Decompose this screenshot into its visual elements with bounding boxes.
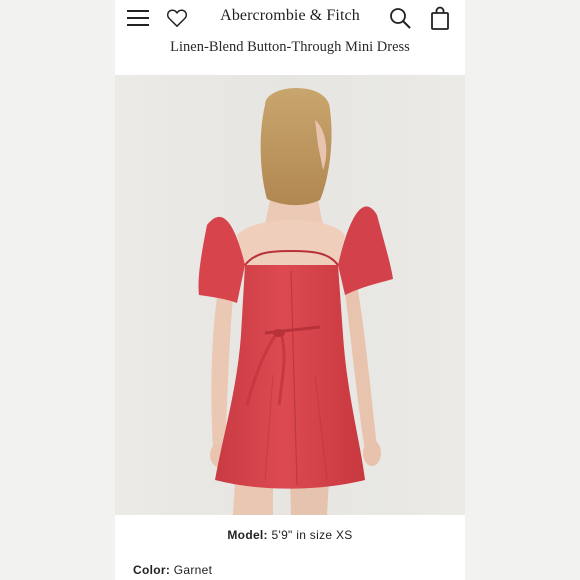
- color-value: Garnet: [173, 563, 213, 577]
- right-margin: [465, 0, 580, 580]
- model-photo-illustration: [115, 75, 465, 515]
- brand-logo[interactable]: Abercrombie & Fitch: [115, 7, 465, 25]
- color-info: Color: Garnet: [133, 563, 212, 577]
- left-margin: [0, 0, 115, 580]
- top-navigation: Abercrombie & Fitch: [115, 0, 465, 36]
- search-icon[interactable]: [389, 7, 411, 29]
- model-value: 5'9" in size XS: [271, 528, 353, 542]
- color-label: Color:: [133, 563, 171, 577]
- product-page: Abercrombie & Fitch Linen-Blend Button-T…: [115, 0, 465, 580]
- model-size-info: Model: 5'9" in size XS: [115, 528, 465, 542]
- product-image[interactable]: [115, 75, 465, 515]
- product-title: Linen-Blend Button-Through Mini Dress: [170, 39, 410, 55]
- model-label: Model:: [227, 528, 268, 542]
- shopping-bag-icon[interactable]: [429, 6, 451, 30]
